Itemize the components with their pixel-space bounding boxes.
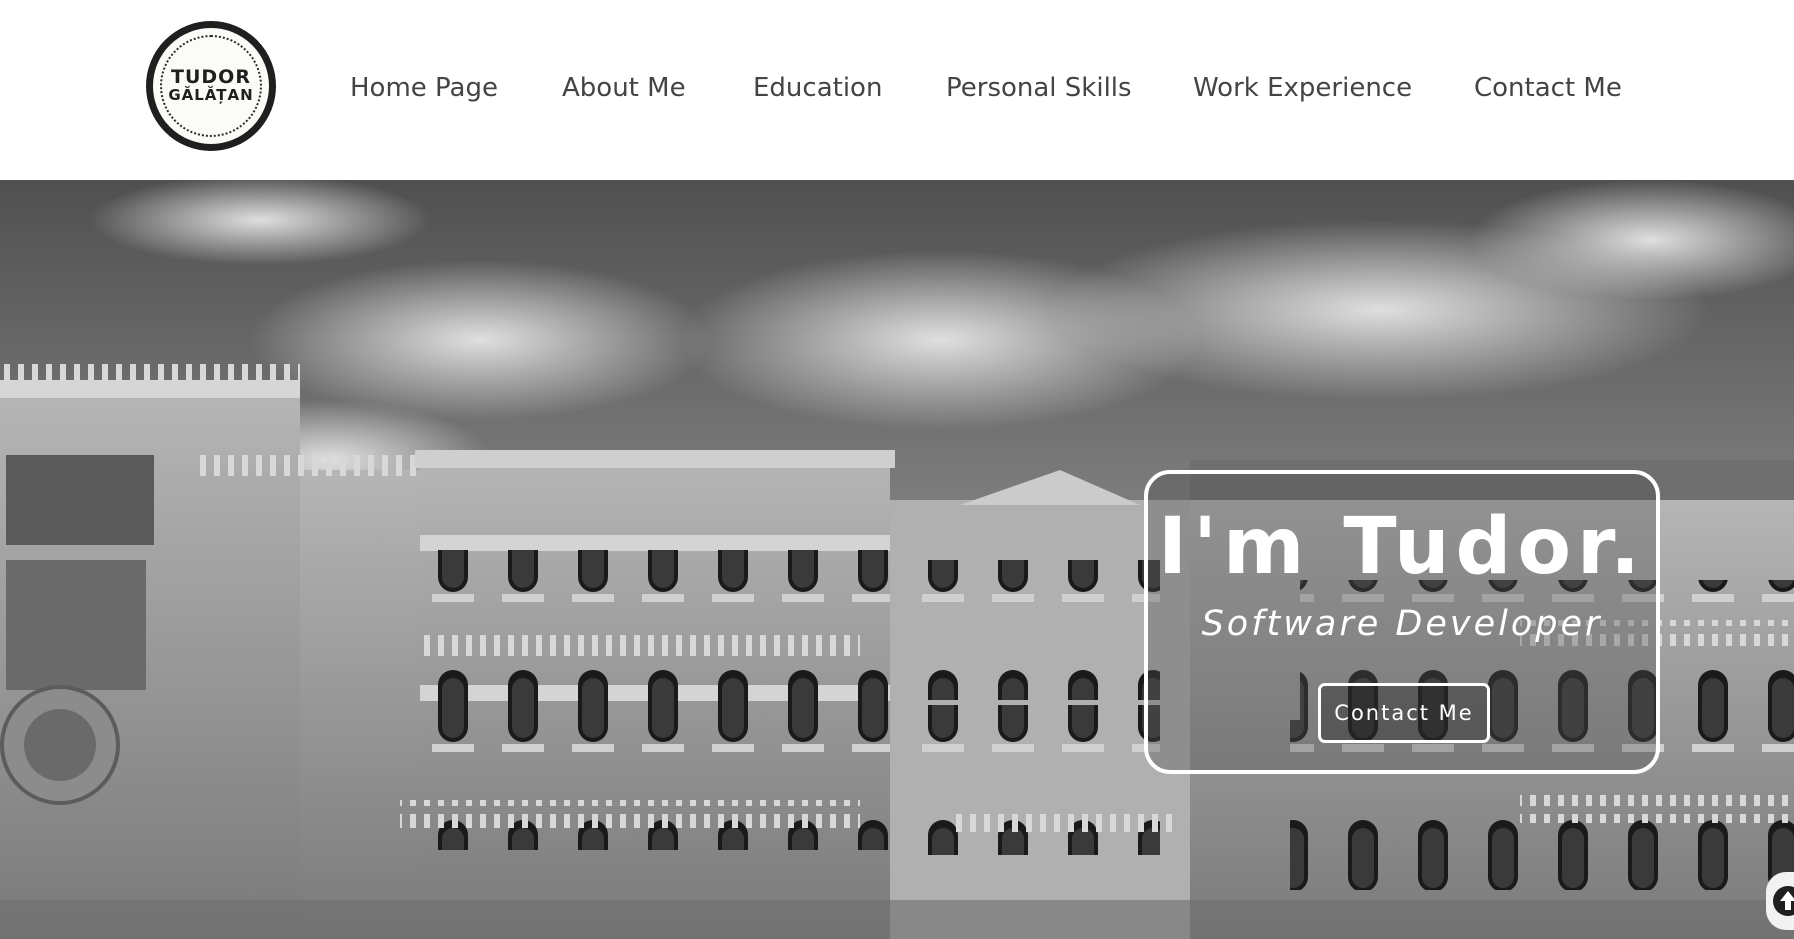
arrow-up-icon <box>1766 872 1794 930</box>
nav-personal-skills[interactable]: Personal Skills <box>946 66 1132 110</box>
nav-home-page[interactable]: Home Page <box>350 66 498 110</box>
nav-education[interactable]: Education <box>753 66 882 110</box>
main-navigation: Home Page About Me Education Personal Sk… <box>0 66 1794 110</box>
scroll-to-top-button[interactable] <box>1766 872 1794 930</box>
nav-about-me[interactable]: About Me <box>562 66 686 110</box>
hero-intro-card: I'm Tudor. Software Developer Contact Me <box>1144 470 1660 774</box>
site-header: TUDOR GĂLĂȚAN Home Page About Me Educati… <box>0 0 1794 180</box>
nav-work-experience[interactable]: Work Experience <box>1193 66 1412 110</box>
nav-contact-me[interactable]: Contact Me <box>1474 66 1622 110</box>
hero-title: I'm Tudor. <box>1158 502 1646 592</box>
hero-subtitle: Software Developer <box>1201 604 1603 644</box>
hero-section: I'm Tudor. Software Developer Contact Me <box>0 180 1794 939</box>
contact-me-button[interactable]: Contact Me <box>1318 683 1490 743</box>
